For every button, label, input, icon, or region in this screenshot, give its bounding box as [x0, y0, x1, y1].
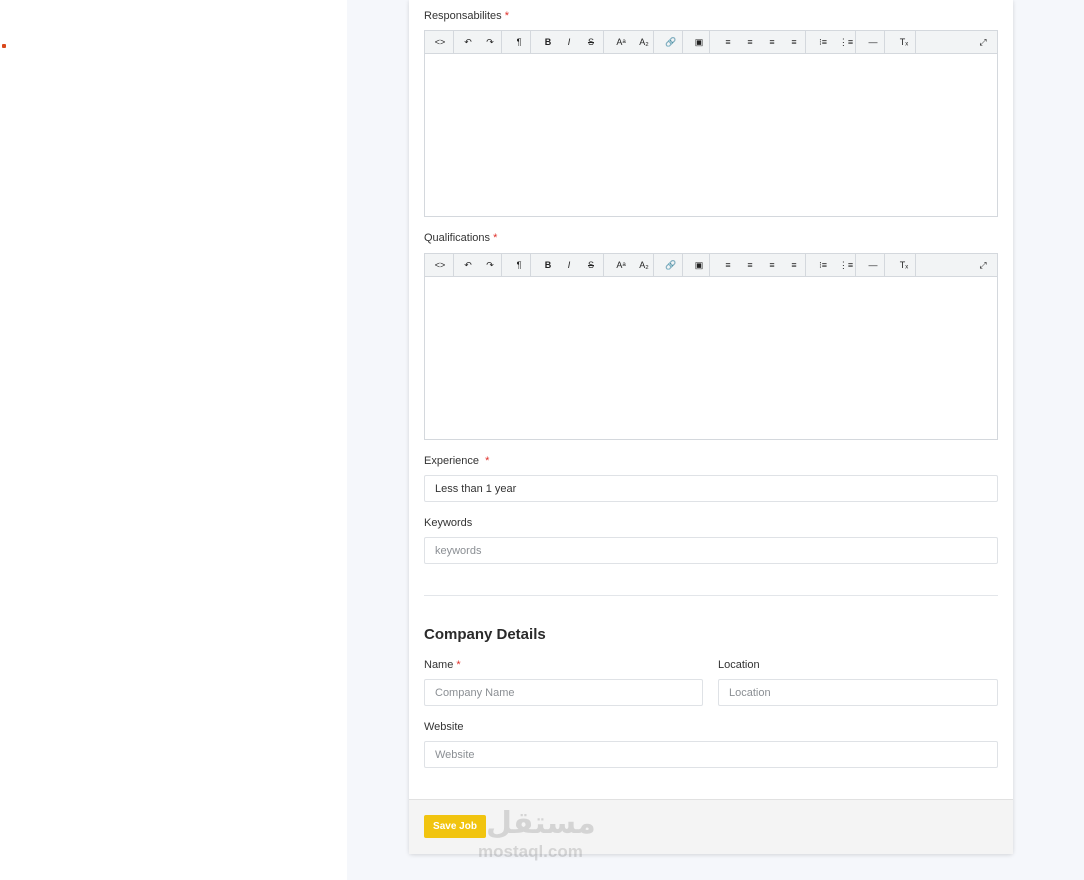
location-input[interactable] — [718, 679, 998, 706]
image-icon[interactable]: ▣ — [689, 31, 709, 53]
required-marker: * — [493, 232, 498, 244]
toolbar-separator — [805, 254, 806, 276]
toolbar-separator — [682, 254, 683, 276]
image-icon[interactable]: ▣ — [689, 254, 709, 276]
redo-icon[interactable]: ↷ — [480, 254, 500, 276]
editor-toolbar: <> ↶ ↷ ¶ B I S Aᵃ A₂ 🔗 ▣ ≡ ≡ ≡ ≡ ⁝≡ ⋮≡ — Tₓ ⤢ — [425, 254, 997, 277]
keywords-label: Keywords — [424, 517, 473, 529]
horizontal-rule-icon[interactable]: — — [863, 254, 883, 276]
align-center-icon[interactable]: ≡ — [740, 31, 760, 53]
horizontal-rule-icon[interactable]: — — [863, 31, 883, 53]
code-view-icon[interactable]: <> — [430, 31, 450, 53]
toolbar-separator — [501, 254, 502, 276]
subscript-icon[interactable]: A₂ — [634, 254, 654, 276]
toolbar-separator — [530, 254, 531, 276]
undo-icon[interactable]: ↶ — [458, 31, 478, 53]
company-name-input[interactable] — [424, 679, 703, 706]
location-label: Location — [718, 659, 760, 671]
toolbar-separator — [709, 31, 710, 53]
toolbar-separator — [453, 254, 454, 276]
italic-icon[interactable]: I — [559, 254, 579, 276]
company-details-title: Company Details — [424, 626, 546, 643]
keywords-input[interactable] — [424, 537, 998, 564]
bold-icon[interactable]: B — [538, 31, 558, 53]
toolbar-separator — [915, 31, 916, 53]
left-pane — [0, 0, 347, 880]
align-justify-icon[interactable]: ≡ — [784, 31, 804, 53]
paragraph-icon[interactable]: ¶ — [509, 254, 529, 276]
company-name-label: Name * — [424, 659, 461, 671]
responsibilities-label-text: Responsabilites — [424, 10, 502, 22]
responsibilities-label: Responsabilites * — [424, 10, 509, 22]
subscript-icon[interactable]: A₂ — [634, 31, 654, 53]
italic-icon[interactable]: I — [559, 31, 579, 53]
marker-dot — [2, 44, 6, 48]
website-input[interactable] — [424, 741, 998, 768]
responsibilities-editor-body[interactable] — [425, 54, 997, 216]
link-icon[interactable]: 🔗 — [661, 254, 681, 276]
toolbar-separator — [709, 254, 710, 276]
toolbar-separator — [805, 31, 806, 53]
qualifications-label-text: Qualifications — [424, 232, 491, 244]
toolbar-separator — [682, 31, 683, 53]
strikethrough-icon[interactable]: S — [581, 254, 601, 276]
code-view-icon[interactable]: <> — [430, 254, 450, 276]
align-right-icon[interactable]: ≡ — [762, 31, 782, 53]
paragraph-icon[interactable]: ¶ — [509, 31, 529, 53]
toolbar-separator — [915, 254, 916, 276]
qualifications-editor: <> ↶ ↷ ¶ B I S Aᵃ A₂ 🔗 ▣ ≡ ≡ ≡ ≡ ⁝≡ ⋮≡ — Tₓ ⤢ — [424, 253, 998, 440]
required-marker: * — [485, 455, 490, 467]
bold-icon[interactable]: B — [538, 254, 558, 276]
undo-icon[interactable]: ↶ — [458, 254, 478, 276]
form-footer — [409, 799, 1013, 854]
numbered-list-icon[interactable]: ⋮≡ — [836, 31, 856, 53]
toolbar-separator — [884, 31, 885, 53]
toolbar-separator — [603, 254, 604, 276]
experience-label: Experience * — [424, 455, 489, 467]
strikethrough-icon[interactable]: S — [581, 31, 601, 53]
align-justify-icon[interactable]: ≡ — [784, 254, 804, 276]
toolbar-separator — [884, 254, 885, 276]
toolbar-separator — [530, 31, 531, 53]
superscript-icon[interactable]: Aᵃ — [611, 254, 631, 276]
link-icon[interactable]: 🔗 — [661, 31, 681, 53]
experience-label-text: Experience — [424, 455, 480, 467]
align-left-icon[interactable]: ≡ — [718, 254, 738, 276]
qualifications-editor-body[interactable] — [425, 277, 997, 439]
clear-format-icon[interactable]: Tₓ — [894, 31, 914, 53]
required-marker: * — [456, 659, 461, 671]
company-name-label-text: Name — [424, 659, 454, 671]
align-center-icon[interactable]: ≡ — [740, 254, 760, 276]
required-marker: * — [504, 10, 509, 22]
redo-icon[interactable]: ↷ — [480, 31, 500, 53]
experience-field[interactable] — [424, 475, 998, 502]
numbered-list-icon[interactable]: ⋮≡ — [836, 254, 856, 276]
align-right-icon[interactable]: ≡ — [762, 254, 782, 276]
bullet-list-icon[interactable]: ⁝≡ — [813, 254, 833, 276]
section-divider — [424, 595, 998, 596]
toolbar-separator — [453, 31, 454, 53]
toolbar-separator — [501, 31, 502, 53]
save-job-button[interactable]: Save Job — [424, 815, 486, 838]
fullscreen-icon[interactable]: ⤢ — [973, 31, 993, 53]
qualifications-label: Qualifications * — [424, 232, 497, 244]
website-label: Website — [424, 721, 464, 733]
editor-toolbar: <> ↶ ↷ ¶ B I S Aᵃ A₂ 🔗 ▣ ≡ ≡ ≡ ≡ ⁝≡ ⋮≡ — Tₓ ⤢ — [425, 31, 997, 54]
responsibilities-editor: <> ↶ ↷ ¶ B I S Aᵃ A₂ 🔗 ▣ ≡ ≡ ≡ ≡ ⁝≡ ⋮≡ — Tₓ ⤢ — [424, 30, 998, 217]
align-left-icon[interactable]: ≡ — [718, 31, 738, 53]
clear-format-icon[interactable]: Tₓ — [894, 254, 914, 276]
bullet-list-icon[interactable]: ⁝≡ — [813, 31, 833, 53]
superscript-icon[interactable]: Aᵃ — [611, 31, 631, 53]
fullscreen-icon[interactable]: ⤢ — [973, 254, 993, 276]
toolbar-separator — [603, 31, 604, 53]
